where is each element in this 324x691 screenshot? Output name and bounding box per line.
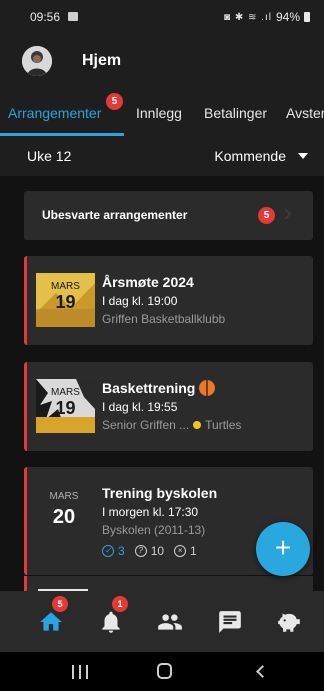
basketball-icon: [199, 380, 216, 396]
caret-down-icon: [298, 153, 308, 159]
event-organizer: Byskolen (2011-13): [102, 523, 206, 537]
rsvp-yes-count: 3: [118, 544, 125, 558]
rsvp-unknown-count: 10: [150, 544, 165, 558]
tab-avster[interactable]: Avster: [286, 105, 324, 121]
event-date-month: MARS: [49, 491, 79, 502]
gallery-notification-icon: [68, 12, 78, 21]
nav-payments[interactable]: [276, 609, 302, 635]
x-circle-icon: ×: [174, 545, 187, 557]
tab-arrangementer-badge: 5: [106, 93, 123, 110]
event-time: I dag kl. 19:55: [102, 400, 178, 414]
home-icon: [40, 612, 62, 631]
event-organizer: Griffen Basketballklubb: [102, 312, 226, 326]
event-date-month: MARS: [51, 387, 80, 398]
bottom-nav: 5 1: [0, 591, 324, 652]
rsvp-yes: ✓ 3: [102, 544, 125, 558]
filter-dropdown-value: Kommende: [214, 148, 286, 164]
chevron-right-icon: [280, 208, 292, 220]
event-date-day: 19: [55, 292, 76, 312]
back-icon[interactable]: [256, 665, 269, 678]
group-color-dot-icon: [193, 421, 202, 429]
unanswered-events-badge: 5: [258, 207, 275, 224]
people-icon: [158, 614, 182, 630]
rsvp-summary: ✓ 3 ? 10 × 1: [102, 544, 197, 558]
event-image: MARS 19: [36, 379, 95, 433]
battery-icon: [304, 12, 310, 22]
week-label: Uke 12: [27, 148, 72, 164]
rsvp-no-count: 1: [190, 544, 197, 558]
filter-dropdown[interactable]: Kommende: [214, 148, 308, 164]
bell-icon: [102, 611, 120, 633]
tab-bar: Arrangementer 5 Innlegg Betalinger Avste…: [0, 88, 324, 136]
tab-betalinger[interactable]: Betalinger: [204, 105, 267, 121]
rsvp-unknown: ? 10: [134, 544, 165, 558]
event-organizer: Senior Griffen ...: [102, 418, 190, 432]
event-title: Baskettrening: [102, 380, 196, 396]
nav-home[interactable]: 5: [38, 596, 68, 635]
system-status-icons: ◙ ✱ ≋ .ıl: [224, 11, 272, 23]
event-date-month: MARS: [51, 281, 80, 292]
event-group: Turtles: [205, 418, 242, 432]
add-event-button[interactable]: +: [256, 522, 310, 576]
nav-notifications[interactable]: 1: [98, 596, 128, 635]
nav-home-badge: 5: [52, 596, 68, 612]
chat-icon: [219, 611, 241, 633]
event-group-row: Senior Griffen ... Turtles: [102, 418, 241, 432]
event-time: I dag kl. 19:00: [102, 294, 178, 308]
event-title-row: Baskettrening: [102, 380, 216, 396]
check-circle-icon: ✓: [102, 545, 114, 557]
event-time: I morgen kl. 17:30: [102, 505, 199, 519]
rsvp-no: × 1: [174, 544, 197, 558]
recents-icon[interactable]: [72, 665, 88, 679]
battery-level: 94%: [275, 10, 300, 24]
event-card[interactable]: MARS 19 Årsmøte 2024 I dag kl. 19:00 Gri…: [24, 256, 313, 345]
unanswered-events-card[interactable]: Ubesvarte arrangementer 5: [24, 191, 313, 240]
question-circle-icon: ?: [134, 545, 147, 557]
event-date-day: 20: [52, 506, 76, 528]
system-nav-bar: [0, 652, 324, 691]
event-title: Trening byskolen: [102, 485, 218, 501]
event-title: Årsmøte 2024: [102, 274, 194, 290]
nav-messages[interactable]: [217, 609, 243, 635]
event-date: MARS 20: [39, 491, 89, 529]
status-right: ◙ ✱ ≋ .ıl 94%: [224, 10, 310, 24]
top-bar: Hjem: [0, 36, 324, 88]
status-time: 09:56: [30, 10, 61, 24]
system-home-icon[interactable]: [157, 663, 172, 679]
status-bar: 09:56 ◙ ✱ ≋ .ıl 94%: [0, 0, 324, 36]
event-date-day: 19: [55, 398, 76, 418]
avatar[interactable]: [22, 46, 52, 76]
tab-arrangementer[interactable]: Arrangementer: [8, 105, 101, 121]
nav-notifications-badge: 1: [112, 596, 128, 612]
nav-groups[interactable]: [157, 609, 183, 635]
page-title: Hjem: [82, 52, 122, 69]
piggy-bank-icon: [278, 613, 300, 632]
unanswered-events-label: Ubesvarte arrangementer: [42, 208, 188, 222]
event-image: MARS 19: [36, 273, 95, 327]
tab-innlegg[interactable]: Innlegg: [136, 105, 182, 121]
filter-bar: Uke 12 Kommende: [0, 136, 324, 176]
event-card[interactable]: MARS 19 Baskettrening I dag kl. 19:55 Se…: [24, 362, 313, 451]
